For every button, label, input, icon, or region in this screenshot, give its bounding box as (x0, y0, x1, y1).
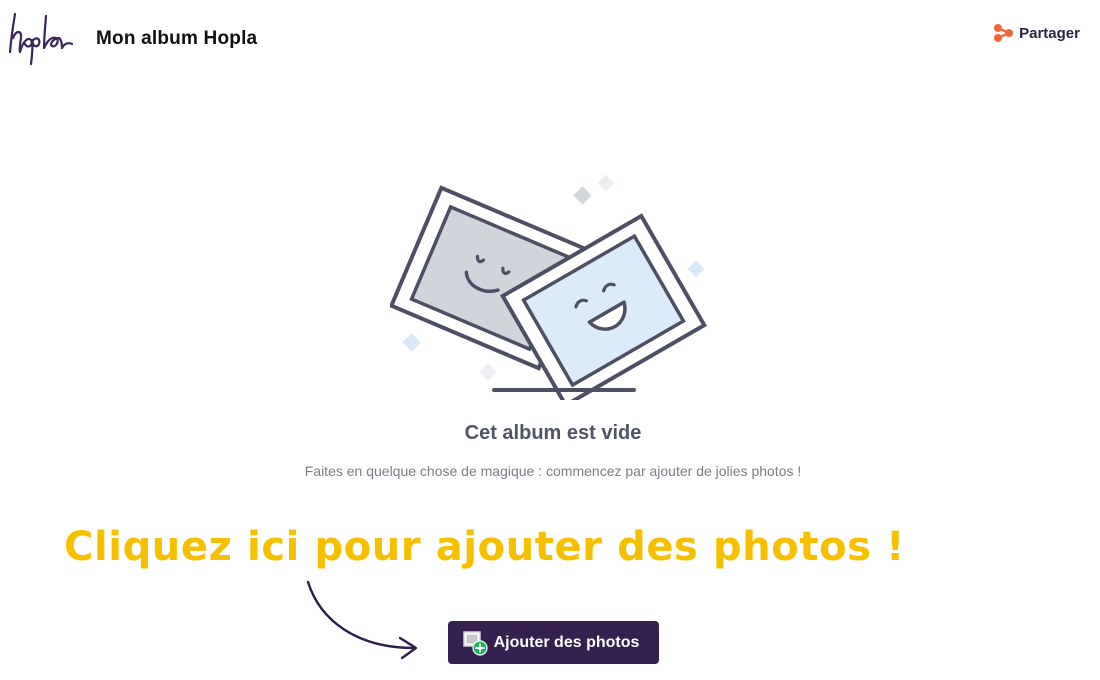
empty-album-subtitle: Faites en quelque chose de magique : com… (304, 463, 802, 479)
add-photos-label: Ajouter des photos (493, 633, 640, 651)
add-photos-button[interactable]: Ajouter des photos (448, 621, 659, 664)
app-root: Mon album Hopla Partager Cet album est v… (0, 0, 1100, 680)
annotation-text: Cliquez ici pour ajouter des photos ! (64, 524, 905, 570)
empty-album-title: Cet album est vide (464, 422, 642, 444)
add-photo-icon (462, 630, 488, 656)
header: Mon album Hopla Partager (0, 0, 1100, 80)
photo-frames-smiley-illustration (390, 174, 708, 400)
hopla-logo[interactable] (2, 8, 78, 68)
curved-arrow-icon (306, 580, 418, 660)
share-button[interactable]: Partager (993, 22, 1080, 44)
share-icon (994, 24, 1014, 42)
share-label: Partager (1019, 24, 1080, 42)
album-title: Mon album Hopla (96, 28, 258, 49)
